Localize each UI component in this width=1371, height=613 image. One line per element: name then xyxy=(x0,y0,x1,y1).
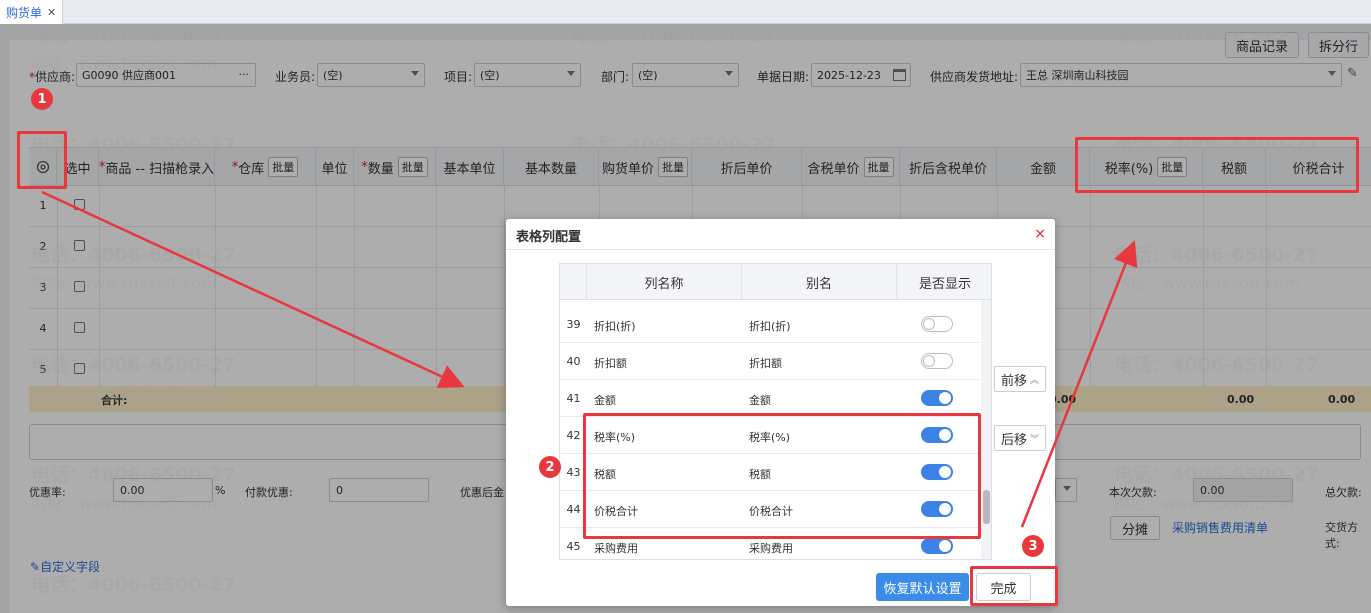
arrow-to-dialog xyxy=(41,190,465,388)
arrow-to-columns xyxy=(1020,240,1138,528)
annotation-arrows xyxy=(41,190,1138,528)
